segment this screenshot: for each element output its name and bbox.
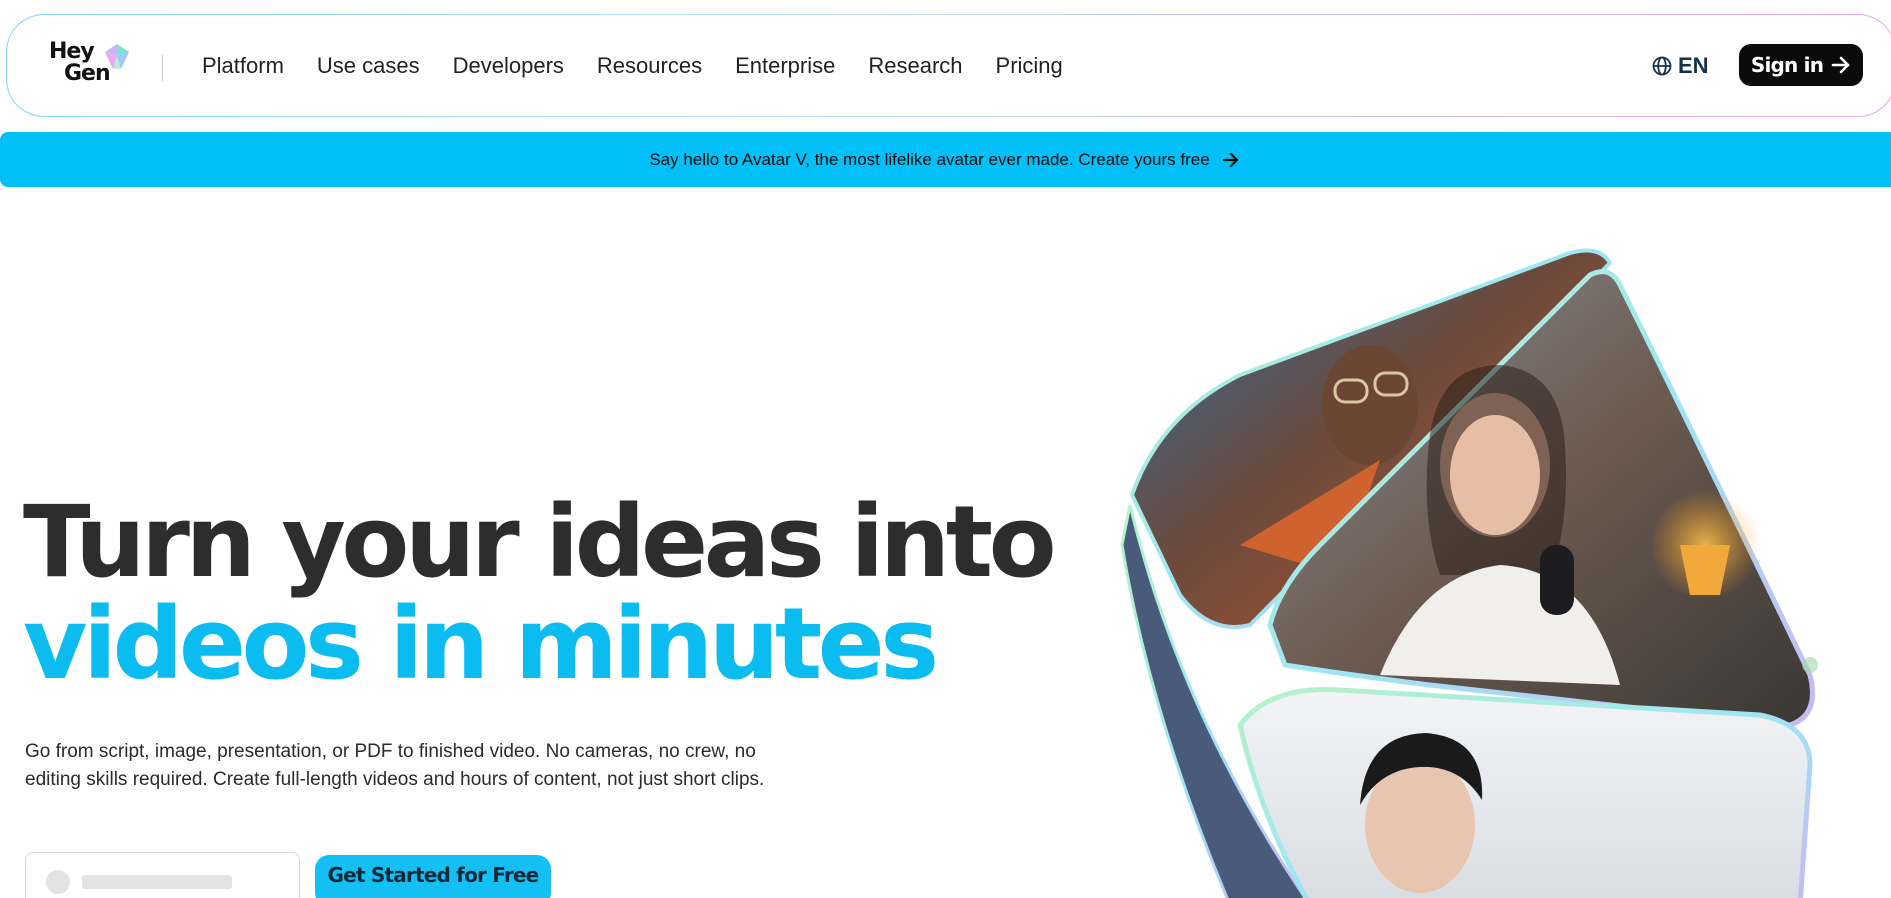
text-placeholder-bar xyxy=(82,875,232,889)
logo-wordmark: Hey Gen xyxy=(49,39,111,86)
headline-line-1: Turn your ideas into xyxy=(23,485,1057,600)
logo-line-2: Gen xyxy=(64,61,111,86)
language-selector[interactable]: EN xyxy=(1652,53,1709,79)
headline-line-2: videos in minutes xyxy=(23,587,939,702)
nav-links: Platform Use cases Developers Resources … xyxy=(202,53,1063,79)
logo-line-1: Hey xyxy=(49,39,95,64)
nav-item-developers[interactable]: Developers xyxy=(453,53,564,79)
sign-in-button[interactable]: Sign in xyxy=(1739,44,1863,86)
nav-item-platform[interactable]: Platform xyxy=(202,53,284,79)
arrow-right-icon xyxy=(1831,56,1850,74)
hero-description: Go from script, image, presentation, or … xyxy=(25,741,765,790)
avatar-placeholder xyxy=(46,870,70,894)
banner-text: Say hello to Avatar V, the most lifelike… xyxy=(649,149,1210,169)
heygen-logo[interactable]: Hey Gen xyxy=(49,41,133,93)
sign-in-label: Sign in xyxy=(1750,53,1824,77)
avatar-face-1 xyxy=(1322,345,1418,465)
nav-item-resources[interactable]: Resources xyxy=(597,53,702,79)
announcement-banner[interactable]: Say hello to Avatar V, the most lifelike… xyxy=(0,132,1891,187)
language-label: EN xyxy=(1678,53,1709,78)
top-navigation: Hey Gen Platform Use cases Developers Re… xyxy=(6,14,1891,117)
hero-headline: Turn your ideas into videos in minutes xyxy=(23,485,1057,702)
nav-item-research[interactable]: Research xyxy=(868,53,962,79)
nav-divider xyxy=(162,55,163,81)
email-input-placeholder[interactable] xyxy=(25,852,300,898)
nav-item-pricing[interactable]: Pricing xyxy=(996,53,1063,79)
globe-icon xyxy=(1652,56,1672,76)
avatar-prism-visual xyxy=(1120,248,1818,898)
get-started-button[interactable]: Get Started for Free xyxy=(315,855,551,898)
logo-gem-icon xyxy=(105,44,129,69)
nav-item-use-cases[interactable]: Use cases xyxy=(317,53,420,79)
arrow-right-icon xyxy=(1222,152,1238,167)
nav-item-enterprise[interactable]: Enterprise xyxy=(735,53,835,79)
